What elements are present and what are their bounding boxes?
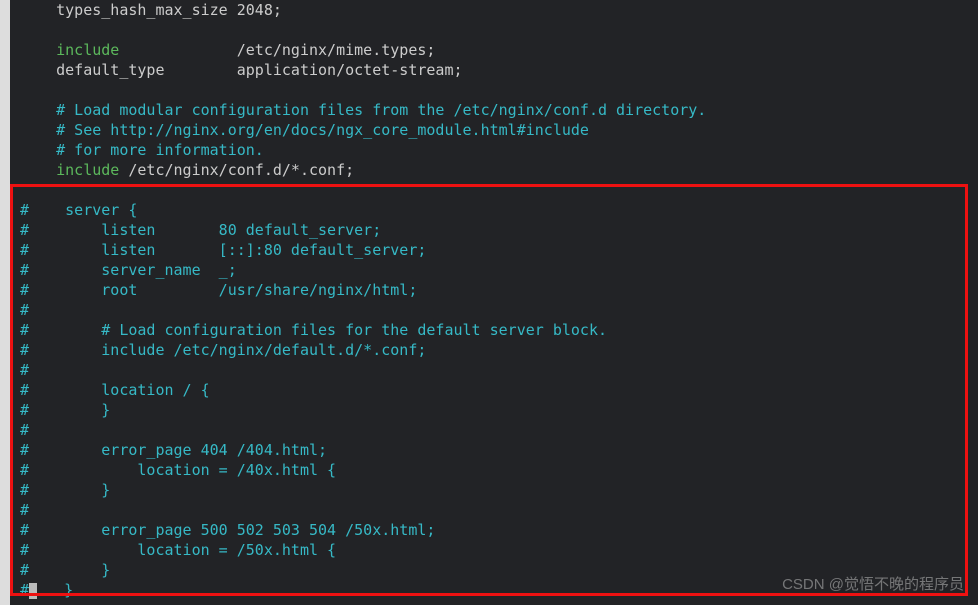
code-line: # error_page 500 502 503 504 /50x.html;	[20, 521, 435, 539]
code-line: default_type application/octet-stream;	[20, 61, 463, 79]
code-line: # include /etc/nginx/default.d/*.conf;	[20, 341, 426, 359]
code-editor[interactable]: types_hash_max_size 2048; include /etc/n…	[0, 0, 978, 605]
text-cursor	[29, 583, 37, 599]
code-line: include /etc/nginx/conf.d/*.conf;	[20, 161, 354, 179]
code-line: #	[20, 421, 29, 439]
code-line: # # Load configuration files for the def…	[20, 321, 607, 339]
code-line: #	[20, 501, 29, 519]
editor-gutter	[0, 0, 10, 605]
code-line: # server_name _;	[20, 261, 237, 279]
code-line: # See http://nginx.org/en/docs/ngx_core_…	[20, 121, 589, 139]
code-line: # root /usr/share/nginx/html;	[20, 281, 417, 299]
code-line: # location / {	[20, 381, 210, 399]
code-line: # for more information.	[20, 141, 264, 159]
code-line: #	[20, 361, 29, 379]
code-line: # location = /50x.html {	[20, 541, 336, 559]
code-line: types_hash_max_size 2048;	[20, 1, 282, 19]
code-line: # error_page 404 /404.html;	[20, 441, 327, 459]
code-line: # listen 80 default_server;	[20, 221, 381, 239]
code-line: # server {	[20, 201, 137, 219]
code-line: # }	[20, 401, 110, 419]
code-block: types_hash_max_size 2048; include /etc/n…	[0, 0, 978, 600]
code-line: # }	[20, 481, 110, 499]
code-line: include /etc/nginx/mime.types;	[20, 41, 435, 59]
code-line: # Load modular configuration files from …	[20, 101, 706, 119]
code-line: # location = /40x.html {	[20, 461, 336, 479]
code-line: # listen [::]:80 default_server;	[20, 241, 426, 259]
code-line: # }	[20, 581, 73, 599]
code-line: # }	[20, 561, 110, 579]
code-line: #	[20, 301, 29, 319]
